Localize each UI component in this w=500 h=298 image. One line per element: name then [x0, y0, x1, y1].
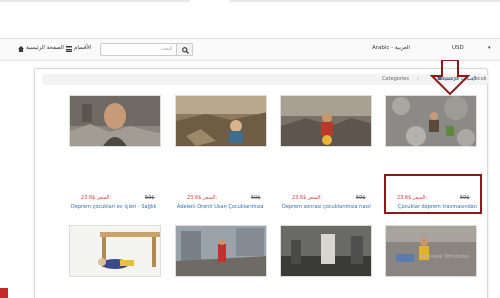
- product-image[interactable]: [69, 225, 161, 277]
- product-title-link[interactable]: Deprem sonrası çocuklarımıza nasıl: [282, 204, 374, 210]
- breadcrumb: الصفحة الرئيسية Categories / deprem / ço…: [42, 74, 488, 85]
- watermark-text: Activate Windows: [420, 254, 469, 260]
- menu-icon[interactable]: [66, 46, 72, 52]
- product-image[interactable]: [280, 95, 372, 147]
- product-image[interactable]: [175, 225, 267, 277]
- product-old-price: 50$: [356, 195, 366, 201]
- corner-marker: [0, 288, 8, 298]
- product-price: 23.6$ السعر:: [292, 195, 323, 201]
- currency-dropdown[interactable]: USD: [452, 45, 464, 51]
- breadcrumb-categories[interactable]: Categories: [382, 76, 409, 82]
- product-image[interactable]: [385, 225, 477, 277]
- down-arrow-annotation: [430, 60, 470, 96]
- product-price: 23.6$ السعر:: [187, 195, 218, 201]
- home-icon[interactable]: [18, 46, 24, 52]
- product-image[interactable]: [280, 225, 372, 277]
- navbar: الصفحة الرئيسية الأقسام Arabic - العربية…: [0, 38, 500, 61]
- breadcrumb-separator: /: [417, 76, 419, 82]
- nav-home-link[interactable]: الصفحة الرئيسية: [26, 45, 64, 51]
- search-input[interactable]: البحث: [100, 43, 177, 56]
- product-old-price: 50$: [145, 195, 155, 201]
- language-dropdown[interactable]: Arabic - العربية: [372, 45, 410, 51]
- cart-chevron-icon[interactable]: ▾: [488, 45, 491, 51]
- product-image[interactable]: [69, 95, 161, 147]
- product-image[interactable]: [175, 95, 267, 147]
- search-icon: [182, 47, 189, 54]
- nav-categories-link[interactable]: الأقسام: [74, 45, 91, 51]
- search-button[interactable]: [176, 43, 193, 56]
- product-old-price: 50$: [251, 195, 261, 201]
- top-edge: [0, 0, 500, 5]
- product-title-link[interactable]: Deprem çocukları ev içleri - Sağlık: [71, 204, 163, 210]
- product-title-link[interactable]: Adeleni Örenti Usan Çocuklarımıza: [177, 204, 269, 210]
- product-image[interactable]: [385, 95, 477, 147]
- product-price: 23.6$ السعر:: [81, 195, 112, 201]
- breadcrumb-cocuk: çocuk: [472, 76, 487, 82]
- highlight-annotation: [384, 174, 482, 214]
